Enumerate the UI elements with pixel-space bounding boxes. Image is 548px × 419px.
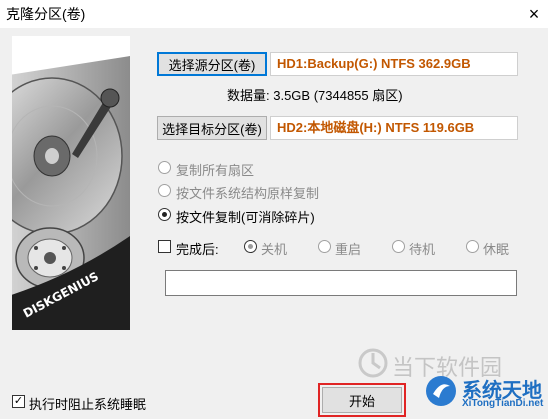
- data-amount-text: 数据量: 3.5GB (7344855 扇区): [227, 88, 403, 103]
- copy-all-sectors-label: 复制所有扇区: [176, 163, 255, 178]
- copy-fs-structure-label: 按文件系统结构原样复制: [176, 186, 320, 201]
- after-complete-checkbox[interactable]: [158, 240, 171, 253]
- prevent-sleep-label: 执行时阻止系统睡眠: [29, 397, 147, 412]
- watermark-logo-icon: [358, 348, 388, 378]
- start-button[interactable]: 开始: [322, 387, 402, 413]
- close-icon[interactable]: ×: [520, 0, 548, 28]
- radio-copy-by-file[interactable]: [158, 208, 171, 221]
- source-partition-field: HD1:Backup(G:) NTFS 362.9GB: [270, 52, 518, 76]
- command-input[interactable]: [165, 270, 517, 296]
- after-complete-label: 完成后:: [176, 242, 219, 257]
- radio-shutdown[interactable]: [244, 240, 257, 253]
- prevent-sleep-checkbox[interactable]: ✓: [12, 395, 25, 408]
- select-target-button[interactable]: 选择目标分区(卷): [157, 116, 267, 140]
- restart-label: 重启: [335, 242, 362, 257]
- select-source-button[interactable]: 选择源分区(卷): [157, 52, 267, 76]
- title-bar: 克隆分区(卷) ×: [0, 0, 548, 28]
- radio-copy-all-sectors[interactable]: [158, 161, 171, 174]
- target-partition-field: HD2:本地磁盘(H:) NTFS 119.6GB: [270, 116, 518, 140]
- window-title: 克隆分区(卷): [6, 6, 86, 22]
- radio-hibernate[interactable]: [466, 240, 479, 253]
- watermark-brand-url: XiTongTianDi.net: [462, 398, 544, 409]
- hard-disk-icon: DISKGENIUS: [12, 36, 130, 330]
- dialog-body: DISKGENIUS 选择源分区(卷) HD1:Backup(G:) NTFS …: [0, 28, 548, 419]
- disk-illustration: DISKGENIUS: [12, 36, 130, 330]
- radio-standby[interactable]: [392, 240, 405, 253]
- radio-restart[interactable]: [318, 240, 331, 253]
- shutdown-label: 关机: [261, 242, 288, 257]
- copy-by-file-label: 按文件复制(可消除碎片): [176, 210, 315, 225]
- watermark-brand-icon: [426, 376, 456, 406]
- hibernate-label: 休眠: [483, 242, 510, 257]
- standby-label: 待机: [409, 242, 436, 257]
- radio-copy-fs-structure[interactable]: [158, 184, 171, 197]
